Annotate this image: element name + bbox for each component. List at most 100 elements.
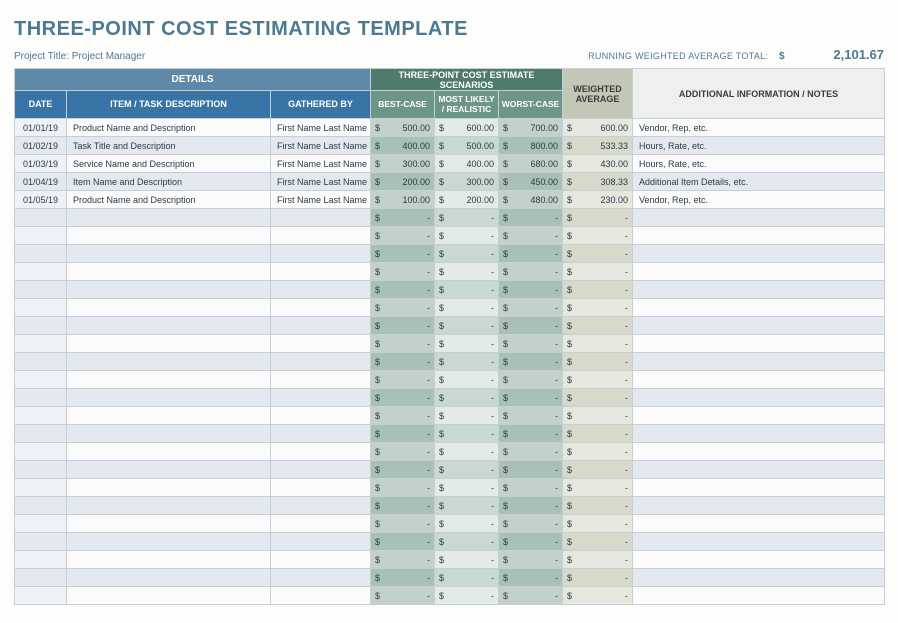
money-cell[interactable]: $- [499, 209, 563, 227]
money-cell[interactable]: $- [371, 209, 435, 227]
money-cell[interactable]: $- [563, 407, 633, 425]
money-cell[interactable]: $- [371, 461, 435, 479]
money-cell[interactable]: $- [499, 389, 563, 407]
cell-date[interactable] [15, 281, 67, 299]
money-cell[interactable]: $- [563, 425, 633, 443]
money-cell[interactable]: $- [499, 335, 563, 353]
cell-date[interactable] [15, 335, 67, 353]
cell-item[interactable]: Product Name and Description [67, 119, 271, 137]
money-cell[interactable]: $400.00 [371, 137, 435, 155]
cell-notes[interactable] [633, 551, 885, 569]
cell-notes[interactable]: Additional Item Details, etc. [633, 173, 885, 191]
cell-date[interactable] [15, 371, 67, 389]
money-cell[interactable]: $- [435, 263, 499, 281]
money-cell[interactable]: $- [371, 263, 435, 281]
cell-gathered[interactable]: First Name Last Name [271, 119, 371, 137]
cell-item[interactable] [67, 227, 271, 245]
cell-notes[interactable] [633, 371, 885, 389]
cell-notes[interactable] [633, 461, 885, 479]
money-cell[interactable]: $500.00 [435, 137, 499, 155]
money-cell[interactable]: $- [499, 407, 563, 425]
cell-notes[interactable] [633, 263, 885, 281]
cell-gathered[interactable]: First Name Last Name [271, 137, 371, 155]
cell-item[interactable] [67, 479, 271, 497]
money-cell[interactable]: $- [499, 533, 563, 551]
money-cell[interactable]: $- [499, 569, 563, 587]
money-cell[interactable]: $- [563, 299, 633, 317]
money-cell[interactable]: $- [499, 587, 563, 605]
cell-notes[interactable] [633, 389, 885, 407]
money-cell[interactable]: $400.00 [435, 155, 499, 173]
money-cell[interactable]: $- [499, 281, 563, 299]
money-cell[interactable]: $- [371, 389, 435, 407]
cell-item[interactable] [67, 407, 271, 425]
money-cell[interactable]: $- [563, 479, 633, 497]
cell-item[interactable] [67, 209, 271, 227]
money-cell[interactable]: $- [563, 335, 633, 353]
cell-notes[interactable]: Vendor, Rep, etc. [633, 119, 885, 137]
cell-gathered[interactable] [271, 479, 371, 497]
cell-notes[interactable] [633, 299, 885, 317]
money-cell[interactable]: $- [435, 371, 499, 389]
money-cell[interactable]: $- [563, 227, 633, 245]
cell-notes[interactable] [633, 317, 885, 335]
cell-item[interactable] [67, 371, 271, 389]
cell-notes[interactable] [633, 353, 885, 371]
money-cell[interactable]: $- [435, 209, 499, 227]
cell-date[interactable] [15, 479, 67, 497]
money-cell[interactable]: $300.00 [371, 155, 435, 173]
cell-gathered[interactable] [271, 227, 371, 245]
cell-item[interactable] [67, 335, 271, 353]
cell-date[interactable] [15, 533, 67, 551]
cell-notes[interactable] [633, 479, 885, 497]
money-cell[interactable]: $- [563, 533, 633, 551]
cell-gathered[interactable] [271, 317, 371, 335]
money-cell[interactable]: $- [499, 299, 563, 317]
cell-gathered[interactable]: First Name Last Name [271, 173, 371, 191]
cell-item[interactable] [67, 263, 271, 281]
money-cell[interactable]: $- [435, 533, 499, 551]
cell-gathered[interactable] [271, 533, 371, 551]
money-cell[interactable]: $600.00 [435, 119, 499, 137]
cell-item[interactable] [67, 443, 271, 461]
cell-notes[interactable]: Vendor, Rep, etc. [633, 191, 885, 209]
money-cell[interactable]: $- [371, 425, 435, 443]
money-cell[interactable]: $- [435, 299, 499, 317]
money-cell[interactable]: $- [499, 263, 563, 281]
cell-date[interactable] [15, 263, 67, 281]
money-cell[interactable]: $533.33 [563, 137, 633, 155]
money-cell[interactable]: $- [435, 389, 499, 407]
money-cell[interactable]: $450.00 [499, 173, 563, 191]
money-cell[interactable]: $- [499, 227, 563, 245]
cell-item[interactable] [67, 245, 271, 263]
cell-notes[interactable] [633, 227, 885, 245]
cell-gathered[interactable] [271, 245, 371, 263]
money-cell[interactable]: $- [499, 443, 563, 461]
cell-notes[interactable]: Hours, Rate, etc. [633, 155, 885, 173]
cell-date[interactable] [15, 245, 67, 263]
cell-gathered[interactable] [271, 335, 371, 353]
cell-date[interactable] [15, 515, 67, 533]
money-cell[interactable]: $- [435, 461, 499, 479]
money-cell[interactable]: $- [371, 353, 435, 371]
money-cell[interactable]: $- [435, 479, 499, 497]
cell-notes[interactable] [633, 587, 885, 605]
money-cell[interactable]: $100.00 [371, 191, 435, 209]
money-cell[interactable]: $- [499, 497, 563, 515]
cell-gathered[interactable] [271, 425, 371, 443]
cell-gathered[interactable]: First Name Last Name [271, 191, 371, 209]
cell-date[interactable] [15, 299, 67, 317]
money-cell[interactable]: $- [371, 299, 435, 317]
cell-date[interactable] [15, 353, 67, 371]
cell-item[interactable] [67, 587, 271, 605]
cell-notes[interactable] [633, 281, 885, 299]
money-cell[interactable]: $- [499, 425, 563, 443]
cell-notes[interactable] [633, 209, 885, 227]
money-cell[interactable]: $- [563, 551, 633, 569]
money-cell[interactable]: $- [499, 353, 563, 371]
cell-date[interactable]: 01/01/19 [15, 119, 67, 137]
money-cell[interactable]: $- [563, 587, 633, 605]
cell-date[interactable]: 01/02/19 [15, 137, 67, 155]
cell-gathered[interactable] [271, 281, 371, 299]
money-cell[interactable]: $500.00 [371, 119, 435, 137]
